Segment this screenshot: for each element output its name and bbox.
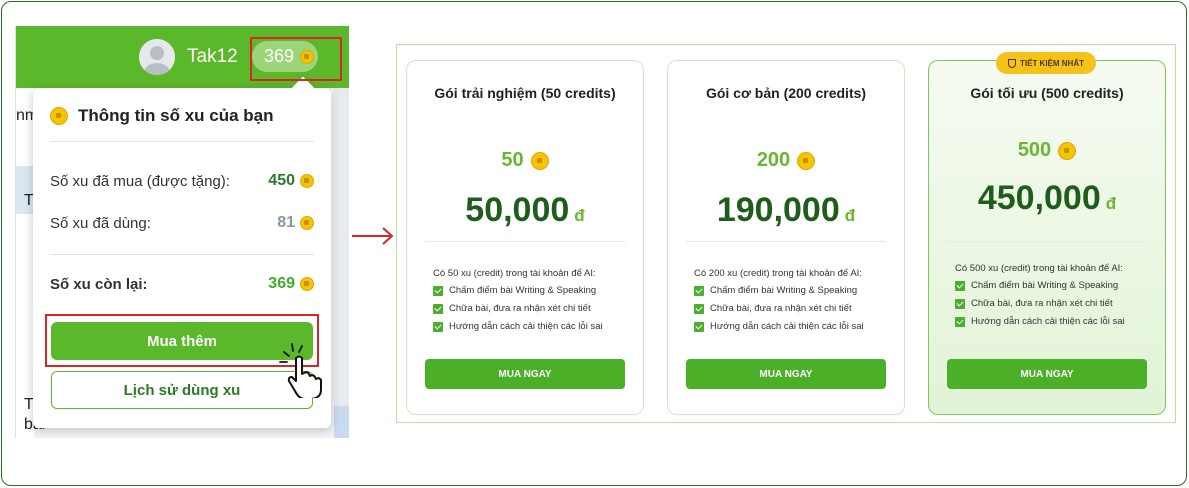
buy-now-button[interactable]: MUA NGAY xyxy=(686,359,886,389)
plan-card-basic: Gói cơ bản (200 credits) 200 190,000 đ Có… xyxy=(667,60,905,415)
coins-remaining-row: Số xu còn lại: 369 xyxy=(50,275,314,293)
check-icon xyxy=(694,303,704,314)
buy-more-button[interactable]: Mua thêm xyxy=(51,322,313,360)
coins-remaining-label: Số xu còn lại: xyxy=(50,275,148,293)
feature-item: Hướng dẫn cách cải thiện các lỗi sai xyxy=(955,316,1125,327)
username[interactable]: Tak12 xyxy=(187,46,238,68)
buy-now-button[interactable]: MUA NGAY xyxy=(947,359,1147,389)
feature-item: Chữa bài, đưa ra nhận xét chi tiết xyxy=(955,298,1113,309)
feature-heading: Có 200 xu (credit) trong tài khoản để AI… xyxy=(694,268,862,279)
check-icon xyxy=(955,280,965,291)
card-divider xyxy=(947,241,1147,242)
coin-history-button[interactable]: Lịch sử dùng xu xyxy=(51,371,313,409)
popup-title: Thông tin số xu của bạn xyxy=(50,106,274,126)
feature-item: Chấm điểm bài Writing & Speaking xyxy=(433,285,596,296)
coin-pill-highlight xyxy=(250,37,342,81)
feature-item: Chữa bài, đưa ra nhận xét chi tiết xyxy=(694,303,852,314)
plan-credits: 500 xyxy=(929,139,1165,162)
coin-icon xyxy=(300,174,314,188)
coin-icon xyxy=(797,151,816,170)
buy-now-button[interactable]: MUA NGAY xyxy=(425,359,625,389)
feature-heading: Có 50 xu (credit) trong tài khoản để AI: xyxy=(433,268,596,279)
plan-price: 190,000 đ xyxy=(716,191,856,229)
coin-icon xyxy=(300,277,314,291)
coins-bought-label: Số xu đã mua (được tặng): xyxy=(50,172,230,190)
feature-item: Chấm điểm bài Writing & Speaking xyxy=(955,280,1118,291)
check-icon xyxy=(433,321,443,332)
plan-price: 450,000 đ xyxy=(977,179,1117,217)
feature-item: Chữa bài, đưa ra nhận xét chi tiết xyxy=(433,303,591,314)
check-icon xyxy=(955,316,965,327)
feature-item: Hướng dẫn cách cải thiện các lỗi sai xyxy=(694,321,864,332)
check-icon xyxy=(955,298,965,309)
background-right-column xyxy=(334,88,349,438)
right-arrow-icon xyxy=(352,227,394,245)
coins-used-value: 81 xyxy=(277,214,314,232)
coins-bought-row: Số xu đã mua (được tặng): 450 xyxy=(50,172,314,190)
check-icon xyxy=(433,285,443,296)
trophy-icon xyxy=(1008,58,1016,68)
plan-price: 50,000 đ xyxy=(465,191,585,229)
check-icon xyxy=(433,303,443,314)
card-divider xyxy=(425,241,625,242)
plan-card-optimal: TIẾT KIỆM NHẤT Gói tối ưu (500 credits) … xyxy=(928,52,1166,415)
plan-title: Gói trải nghiệm (50 credits) xyxy=(434,85,616,101)
coins-used-row: Số xu đã dùng: 81 xyxy=(50,214,314,232)
coin-icon xyxy=(300,216,314,230)
background-right-highlight xyxy=(334,406,349,438)
coin-icon xyxy=(50,107,68,125)
plan-title: Gói tối ưu (500 credits) xyxy=(970,85,1124,101)
card-divider xyxy=(686,241,886,242)
plan-title: Gói cơ bản (200 credits) xyxy=(705,85,867,101)
coins-used-label: Số xu đã dùng: xyxy=(50,214,151,232)
background-sidebar xyxy=(16,88,34,438)
coins-bought-value: 450 xyxy=(268,172,314,190)
check-icon xyxy=(694,285,704,296)
feature-item: Hướng dẫn cách cải thiện các lỗi sai xyxy=(433,321,603,332)
plan-card-trial: Gói trải nghiệm (50 credits) 50 50,000 đ … xyxy=(406,60,644,415)
pointer-hand-icon xyxy=(279,343,322,398)
divider xyxy=(50,254,314,255)
best-value-badge: TIẾT KIỆM NHẤT xyxy=(996,52,1096,74)
coin-icon xyxy=(530,151,549,170)
feature-heading: Có 500 xu (credit) trong tài khoản để AI… xyxy=(955,263,1123,274)
pricing-plans: Gói trải nghiệm (50 credits) 50 50,000 đ … xyxy=(396,44,1176,423)
plan-credits: 50 xyxy=(407,149,643,172)
feature-item: Chấm điểm bài Writing & Speaking xyxy=(694,285,857,296)
avatar-icon[interactable] xyxy=(139,39,175,75)
coins-remaining-value: 369 xyxy=(268,275,314,293)
check-icon xyxy=(694,321,704,332)
plan-credits: 200 xyxy=(668,149,904,172)
divider xyxy=(50,141,314,142)
coin-icon xyxy=(1058,141,1077,160)
